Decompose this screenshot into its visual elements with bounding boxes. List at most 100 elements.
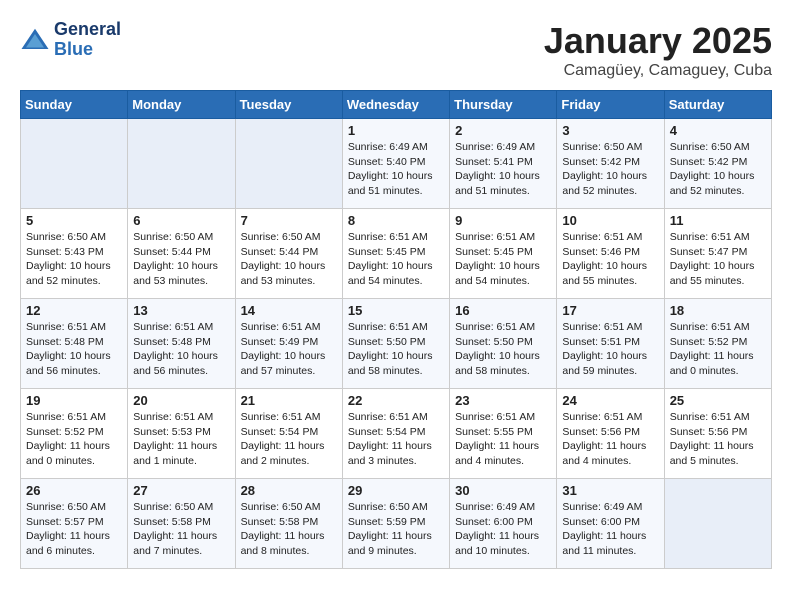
daylight-text: Daylight: 10 hours and 51 minutes. [348,170,433,197]
sunset-text: Sunset: 5:45 PM [455,246,533,258]
daylight-text: Daylight: 11 hours and 0 minutes. [670,350,754,377]
cell-content: Sunrise: 6:50 AM Sunset: 5:58 PM Dayligh… [241,500,337,559]
calendar-week-row: 5 Sunrise: 6:50 AM Sunset: 5:43 PM Dayli… [21,209,772,299]
calendar-cell: 15 Sunrise: 6:51 AM Sunset: 5:50 PM Dayl… [342,299,449,389]
day-number: 7 [241,213,337,228]
cell-content: Sunrise: 6:51 AM Sunset: 5:55 PM Dayligh… [455,410,551,469]
cell-content: Sunrise: 6:49 AM Sunset: 6:00 PM Dayligh… [455,500,551,559]
sunset-text: Sunset: 5:45 PM [348,246,426,258]
daylight-text: Daylight: 10 hours and 54 minutes. [455,260,540,287]
sunset-text: Sunset: 5:40 PM [348,156,426,168]
daylight-text: Daylight: 11 hours and 7 minutes. [133,530,217,557]
calendar-cell: 18 Sunrise: 6:51 AM Sunset: 5:52 PM Dayl… [664,299,771,389]
sunset-text: Sunset: 5:55 PM [455,426,533,438]
day-number: 5 [26,213,122,228]
day-number: 14 [241,303,337,318]
day-number: 24 [562,393,658,408]
calendar-cell: 2 Sunrise: 6:49 AM Sunset: 5:41 PM Dayli… [450,119,557,209]
calendar-cell: 14 Sunrise: 6:51 AM Sunset: 5:49 PM Dayl… [235,299,342,389]
cell-content: Sunrise: 6:50 AM Sunset: 5:59 PM Dayligh… [348,500,444,559]
daylight-text: Daylight: 11 hours and 4 minutes. [455,440,539,467]
daylight-text: Daylight: 10 hours and 54 minutes. [348,260,433,287]
header-wednesday: Wednesday [342,91,449,119]
calendar-week-row: 12 Sunrise: 6:51 AM Sunset: 5:48 PM Dayl… [21,299,772,389]
daylight-text: Daylight: 11 hours and 4 minutes. [562,440,646,467]
sunrise-text: Sunrise: 6:50 AM [26,501,106,513]
logo-text: General Blue [54,20,121,60]
cell-content: Sunrise: 6:51 AM Sunset: 5:49 PM Dayligh… [241,320,337,379]
day-number: 20 [133,393,229,408]
cell-content: Sunrise: 6:51 AM Sunset: 5:52 PM Dayligh… [670,320,766,379]
cell-content: Sunrise: 6:51 AM Sunset: 5:48 PM Dayligh… [133,320,229,379]
sunset-text: Sunset: 5:58 PM [241,516,319,528]
day-number: 18 [670,303,766,318]
daylight-text: Daylight: 11 hours and 11 minutes. [562,530,646,557]
sunrise-text: Sunrise: 6:51 AM [670,411,750,423]
month-title: January 2025 [544,20,772,62]
day-number: 16 [455,303,551,318]
cell-content: Sunrise: 6:49 AM Sunset: 5:40 PM Dayligh… [348,140,444,199]
cell-content: Sunrise: 6:50 AM Sunset: 5:57 PM Dayligh… [26,500,122,559]
calendar-cell: 9 Sunrise: 6:51 AM Sunset: 5:45 PM Dayli… [450,209,557,299]
calendar-cell: 7 Sunrise: 6:50 AM Sunset: 5:44 PM Dayli… [235,209,342,299]
day-number: 1 [348,123,444,138]
sunrise-text: Sunrise: 6:51 AM [455,411,535,423]
cell-content: Sunrise: 6:51 AM Sunset: 5:52 PM Dayligh… [26,410,122,469]
daylight-text: Daylight: 11 hours and 0 minutes. [26,440,110,467]
day-number: 27 [133,483,229,498]
daylight-text: Daylight: 10 hours and 57 minutes. [241,350,326,377]
calendar-week-row: 19 Sunrise: 6:51 AM Sunset: 5:52 PM Dayl… [21,389,772,479]
sunset-text: Sunset: 5:41 PM [455,156,533,168]
calendar-cell [664,479,771,569]
sunset-text: Sunset: 5:56 PM [670,426,748,438]
calendar-table: Sunday Monday Tuesday Wednesday Thursday… [20,90,772,569]
cell-content: Sunrise: 6:51 AM Sunset: 5:48 PM Dayligh… [26,320,122,379]
sunrise-text: Sunrise: 6:51 AM [348,231,428,243]
weekday-header-row: Sunday Monday Tuesday Wednesday Thursday… [21,91,772,119]
sunset-text: Sunset: 5:44 PM [241,246,319,258]
daylight-text: Daylight: 11 hours and 5 minutes. [670,440,754,467]
cell-content: Sunrise: 6:49 AM Sunset: 6:00 PM Dayligh… [562,500,658,559]
daylight-text: Daylight: 10 hours and 56 minutes. [26,350,111,377]
sunset-text: Sunset: 5:58 PM [133,516,211,528]
sunrise-text: Sunrise: 6:51 AM [26,321,106,333]
sunset-text: Sunset: 5:42 PM [562,156,640,168]
day-number: 3 [562,123,658,138]
sunrise-text: Sunrise: 6:51 AM [562,231,642,243]
header-sunday: Sunday [21,91,128,119]
calendar-week-row: 26 Sunrise: 6:50 AM Sunset: 5:57 PM Dayl… [21,479,772,569]
calendar-week-row: 1 Sunrise: 6:49 AM Sunset: 5:40 PM Dayli… [21,119,772,209]
sunrise-text: Sunrise: 6:51 AM [133,321,213,333]
sunrise-text: Sunrise: 6:49 AM [562,501,642,513]
cell-content: Sunrise: 6:51 AM Sunset: 5:56 PM Dayligh… [562,410,658,469]
day-number: 6 [133,213,229,228]
sunset-text: Sunset: 5:54 PM [348,426,426,438]
header-saturday: Saturday [664,91,771,119]
sunrise-text: Sunrise: 6:51 AM [455,231,535,243]
calendar-cell: 27 Sunrise: 6:50 AM Sunset: 5:58 PM Dayl… [128,479,235,569]
sunrise-text: Sunrise: 6:51 AM [562,321,642,333]
sunrise-text: Sunrise: 6:50 AM [133,231,213,243]
daylight-text: Daylight: 11 hours and 9 minutes. [348,530,432,557]
cell-content: Sunrise: 6:50 AM Sunset: 5:58 PM Dayligh… [133,500,229,559]
calendar-body: 1 Sunrise: 6:49 AM Sunset: 5:40 PM Dayli… [21,119,772,569]
calendar-cell: 16 Sunrise: 6:51 AM Sunset: 5:50 PM Dayl… [450,299,557,389]
calendar-cell: 28 Sunrise: 6:50 AM Sunset: 5:58 PM Dayl… [235,479,342,569]
day-number: 8 [348,213,444,228]
sunrise-text: Sunrise: 6:49 AM [455,501,535,513]
sunrise-text: Sunrise: 6:51 AM [133,411,213,423]
calendar-cell: 4 Sunrise: 6:50 AM Sunset: 5:42 PM Dayli… [664,119,771,209]
cell-content: Sunrise: 6:50 AM Sunset: 5:42 PM Dayligh… [562,140,658,199]
cell-content: Sunrise: 6:50 AM Sunset: 5:44 PM Dayligh… [133,230,229,289]
sunrise-text: Sunrise: 6:51 AM [455,321,535,333]
sunset-text: Sunset: 5:57 PM [26,516,104,528]
sunrise-text: Sunrise: 6:51 AM [670,231,750,243]
calendar-cell: 22 Sunrise: 6:51 AM Sunset: 5:54 PM Dayl… [342,389,449,479]
calendar-cell: 5 Sunrise: 6:50 AM Sunset: 5:43 PM Dayli… [21,209,128,299]
sunset-text: Sunset: 5:44 PM [133,246,211,258]
calendar-cell: 29 Sunrise: 6:50 AM Sunset: 5:59 PM Dayl… [342,479,449,569]
cell-content: Sunrise: 6:50 AM Sunset: 5:43 PM Dayligh… [26,230,122,289]
sunset-text: Sunset: 5:52 PM [26,426,104,438]
daylight-text: Daylight: 10 hours and 58 minutes. [348,350,433,377]
daylight-text: Daylight: 11 hours and 6 minutes. [26,530,110,557]
